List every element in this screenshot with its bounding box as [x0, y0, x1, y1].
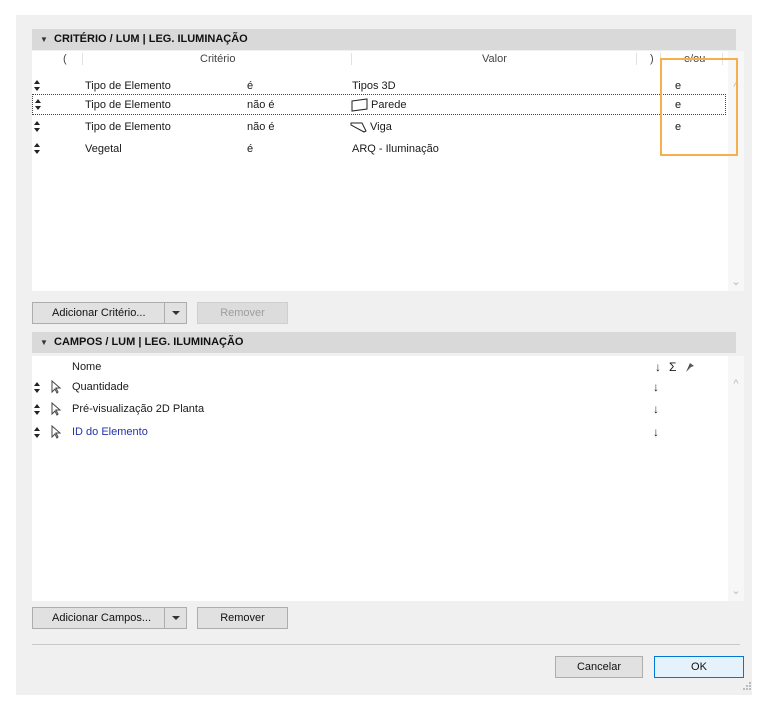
drag-handle-icon[interactable] — [34, 120, 40, 134]
criteria-table-header: ( Critério Valor ) e/ou — [32, 51, 728, 67]
dialog: ▼ CRITÉRIO / LUM | LEG. ILUMINAÇÃO ( Cri… — [16, 15, 752, 695]
criteria-value[interactable]: Viga — [370, 117, 392, 138]
pointer-icon — [51, 401, 62, 416]
resize-grip-icon[interactable] — [742, 681, 752, 694]
remove-criteria-label: Remover — [220, 307, 265, 319]
col-close-paren: ) — [650, 53, 654, 65]
fields-table: Nome ↓ Σ Quantidade ↓ Pré-visualização 2… — [32, 356, 728, 601]
collapse-triangle-icon[interactable]: ▼ — [40, 29, 48, 50]
drag-handle-icon[interactable] — [34, 142, 40, 156]
field-name[interactable]: ID do Elemento — [72, 422, 148, 443]
dropdown-arrow-icon[interactable] — [164, 303, 187, 323]
criteria-table: ( Critério Valor ) e/ou Tipo de Elemento… — [32, 51, 728, 291]
add-fields-button[interactable]: Adicionar Campos... — [32, 607, 187, 629]
col-sum: Σ — [669, 360, 677, 374]
cancel-label: Cancelar — [576, 661, 622, 673]
pointer-icon — [51, 379, 62, 394]
col-nome: Nome — [72, 361, 102, 373]
ok-label: OK — [691, 661, 707, 673]
col-valor: Valor — [482, 53, 507, 65]
scroll-up-icon[interactable]: ^ — [728, 378, 744, 390]
drag-handle-icon[interactable] — [34, 381, 40, 395]
field-sort[interactable]: ↓ — [653, 399, 659, 420]
criteria-section-header[interactable]: ▼ CRITÉRIO / LUM | LEG. ILUMINAÇÃO — [32, 29, 736, 50]
col-open-paren: ( — [63, 53, 67, 65]
marker-icon — [684, 361, 696, 376]
highlight-box — [660, 58, 738, 156]
fields-section-title: CAMPOS / LUM | LEG. ILUMINAÇÃO — [54, 336, 244, 348]
criteria-field[interactable]: Tipo de Elemento — [85, 95, 171, 116]
remove-criteria-button[interactable]: Remover — [197, 302, 288, 324]
criteria-row[interactable]: Vegetal é ARQ - Iluminação — [32, 139, 726, 160]
criteria-field[interactable]: Tipo de Elemento — [85, 117, 171, 138]
add-criteria-label: Adicionar Critério... — [52, 307, 146, 319]
drag-handle-icon[interactable] — [35, 98, 41, 112]
field-name[interactable]: Quantidade — [72, 377, 129, 398]
dropdown-arrow-icon[interactable] — [164, 608, 187, 628]
remove-fields-button[interactable]: Remover — [197, 607, 288, 629]
field-sort[interactable]: ↓ — [653, 377, 659, 398]
criteria-section-title: CRITÉRIO / LUM | LEG. ILUMINAÇÃO — [54, 33, 248, 45]
criteria-operator[interactable]: é — [247, 139, 253, 160]
beam-icon — [350, 121, 368, 137]
col-criterio: Critério — [200, 53, 236, 65]
field-row[interactable]: Quantidade ↓ — [32, 377, 726, 398]
col-sort: ↓ — [655, 360, 661, 374]
criteria-operator[interactable]: não é — [247, 117, 275, 138]
footer-separator — [32, 644, 740, 645]
fields-section-header[interactable]: ▼ CAMPOS / LUM | LEG. ILUMINAÇÃO — [32, 332, 736, 353]
fields-scrollbar[interactable]: ^ ⌄ — [728, 356, 744, 601]
wall-icon — [351, 98, 369, 115]
field-name[interactable]: Pré-visualização 2D Planta — [72, 399, 204, 420]
add-criteria-button[interactable]: Adicionar Critério... — [32, 302, 187, 324]
criteria-row[interactable]: Tipo de Elemento não é Viga e — [32, 117, 726, 138]
criteria-value[interactable]: Parede — [371, 95, 406, 116]
criteria-operator[interactable]: não é — [247, 95, 275, 116]
scroll-down-icon[interactable]: ⌄ — [728, 275, 744, 288]
field-row[interactable]: ID do Elemento ↓ — [32, 422, 726, 443]
drag-handle-icon[interactable] — [34, 426, 40, 440]
field-row[interactable]: Pré-visualização 2D Planta ↓ — [32, 399, 726, 420]
add-fields-label: Adicionar Campos... — [52, 612, 152, 624]
scroll-down-icon[interactable]: ⌄ — [728, 584, 744, 597]
remove-fields-label: Remover — [220, 612, 265, 624]
pointer-icon — [51, 424, 62, 439]
cancel-button[interactable]: Cancelar — [555, 656, 643, 678]
ok-button[interactable]: OK — [654, 656, 744, 678]
drag-handle-icon[interactable] — [34, 403, 40, 417]
drag-handle-icon[interactable] — [34, 79, 40, 93]
criteria-value[interactable]: ARQ - Iluminação — [352, 139, 439, 160]
criteria-field[interactable]: Vegetal — [85, 139, 122, 160]
field-sort[interactable]: ↓ — [653, 422, 659, 443]
criteria-row-selected[interactable]: Tipo de Elemento não é Parede e — [32, 94, 726, 115]
collapse-triangle-icon[interactable]: ▼ — [40, 332, 48, 353]
